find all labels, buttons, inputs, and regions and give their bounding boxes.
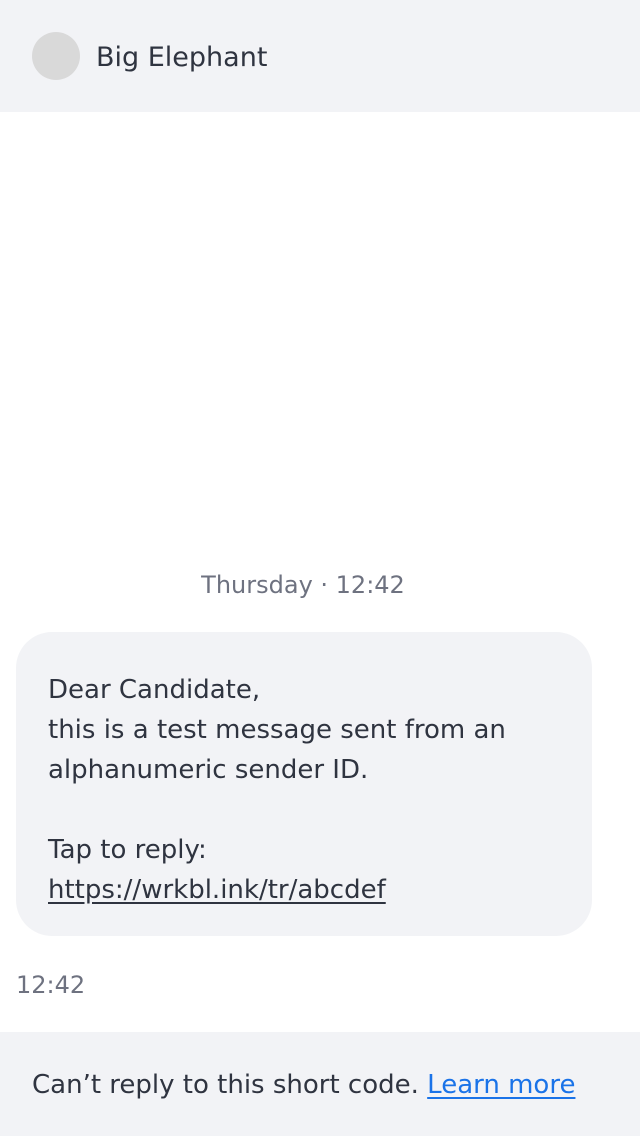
message-link-line: https://wrkbl.ink/tr/abcdef: [48, 870, 560, 910]
day-timestamp: Thursday · 12:42: [201, 571, 405, 599]
messages-screen: Big Elephant Thursday · 12:42 Dear Candi…: [0, 0, 640, 1136]
message-line: Dear Candidate,: [48, 675, 261, 705]
reply-link[interactable]: https://wrkbl.ink/tr/abcdef: [48, 875, 386, 905]
message-line: alphanumeric sender ID.: [48, 755, 369, 785]
message-line: Tap to reply:: [48, 835, 207, 865]
contact-name[interactable]: Big Elephant: [96, 40, 267, 76]
message-line: this is a test message sent from an: [48, 715, 506, 745]
short-code-notice: Can’t reply to this short code.: [32, 1070, 419, 1100]
conversation-header: Big Elephant: [0, 0, 640, 112]
reply-unavailable-banner: Can’t reply to this short code. Learn mo…: [0, 1032, 640, 1136]
avatar[interactable]: [32, 32, 80, 80]
message-time: 12:42: [16, 971, 86, 999]
message-bubble[interactable]: Dear Candidate, this is a test message s…: [16, 632, 592, 936]
learn-more-link[interactable]: Learn more: [427, 1070, 575, 1100]
footer-text: Can’t reply to this short code. Learn mo…: [32, 1066, 575, 1104]
